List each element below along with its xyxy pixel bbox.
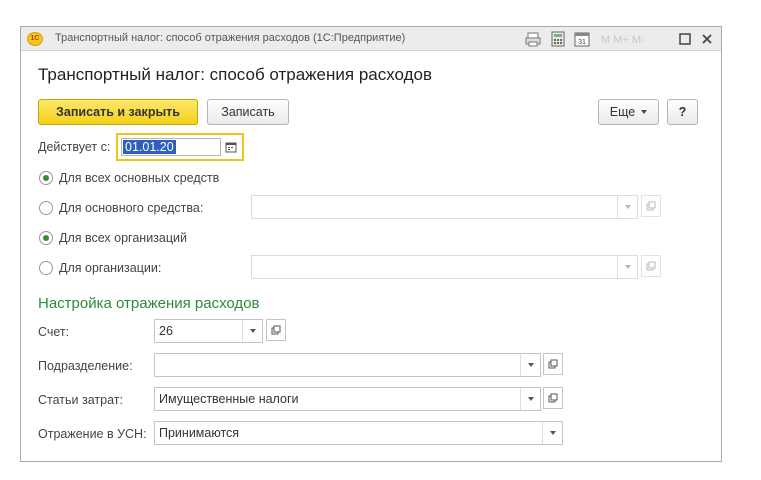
date-value: 01.01.20 [123, 140, 176, 154]
more-button[interactable]: Еще [598, 99, 659, 125]
asset-select-field[interactable] [251, 195, 638, 219]
open-link-icon[interactable] [641, 255, 661, 277]
radio-one-asset-label: Для основного средства: [59, 201, 204, 215]
open-link-icon[interactable] [543, 387, 563, 409]
dropdown-arrow-icon[interactable] [242, 320, 262, 342]
account-label: Счет: [38, 325, 70, 339]
calendar-picker-icon[interactable] [224, 140, 238, 154]
dropdown-arrow-icon[interactable] [520, 388, 540, 410]
form-window: 1С Транспортный налог: способ отражения … [20, 26, 722, 462]
radio-one-asset[interactable] [39, 201, 53, 215]
cost-item-field[interactable]: Имущественные налоги [154, 387, 541, 411]
radio-all-orgs-label: Для всех организаций [59, 231, 187, 245]
expenses-section-title: Настройка отражения расходов [38, 295, 260, 312]
close-icon[interactable] [699, 31, 715, 47]
cost-item-label: Статьи затрат: [38, 393, 123, 407]
more-button-label: Еще [609, 105, 636, 119]
calendar-icon[interactable]: 31 [574, 31, 590, 47]
title-bar: 1С Транспортный налог: способ отражения … [21, 27, 721, 51]
app-logo-icon: 1С [27, 32, 43, 46]
print-icon[interactable] [525, 31, 541, 47]
department-field[interactable] [154, 353, 541, 377]
radio-all-assets-label: Для всех основных средств [59, 171, 220, 185]
help-button[interactable]: ? [667, 99, 698, 125]
dropdown-arrow-icon[interactable] [542, 422, 562, 444]
valid-from-field[interactable]: 01.01.20 [116, 133, 244, 161]
date-input[interactable]: 01.01.20 [121, 138, 221, 156]
window-title: Транспортный налог: способ отражения рас… [55, 32, 406, 44]
open-link-icon[interactable] [266, 319, 286, 341]
radio-all-assets[interactable] [39, 171, 53, 185]
chevron-down-icon [641, 110, 648, 114]
dropdown-arrow-icon[interactable] [617, 256, 637, 278]
form-title: Транспортный налог: способ отражения рас… [38, 65, 433, 84]
dropdown-arrow-icon[interactable] [617, 196, 637, 218]
dropdown-arrow-icon[interactable] [520, 354, 540, 376]
account-field[interactable]: 26 [154, 319, 263, 343]
open-link-icon[interactable] [641, 195, 661, 217]
usn-value: Принимаются [159, 426, 240, 440]
usn-label: Отражение в УСН: [38, 427, 147, 441]
calculator-icon[interactable] [550, 31, 566, 47]
usn-field[interactable]: Принимаются [154, 421, 563, 445]
save-and-close-button[interactable]: Записать и закрыть [38, 99, 198, 125]
save-button[interactable]: Записать [207, 99, 289, 125]
radio-one-org-label: Для организации: [59, 261, 162, 275]
department-label: Подразделение: [38, 359, 133, 373]
maximize-icon[interactable] [677, 31, 693, 47]
svg-text:31: 31 [578, 39, 586, 46]
org-select-field[interactable] [251, 255, 638, 279]
m-icons[interactable]: M M+ M- [601, 31, 661, 47]
account-value: 26 [159, 324, 173, 338]
radio-one-org[interactable] [39, 261, 53, 275]
radio-all-orgs[interactable] [39, 231, 53, 245]
cost-item-value: Имущественные налоги [159, 392, 299, 406]
open-link-icon[interactable] [543, 353, 563, 375]
svg-text:M M+ M-: M M+ M- [601, 34, 645, 46]
valid-from-label: Действует с: [38, 140, 111, 154]
